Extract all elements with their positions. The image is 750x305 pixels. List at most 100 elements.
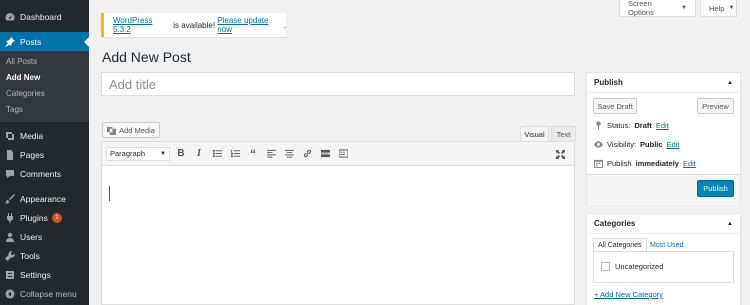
submenu-tags[interactable]: Tags (0, 102, 89, 118)
add-media-button[interactable]: Add Media (102, 122, 160, 138)
preview-button[interactable]: Preview (697, 98, 734, 114)
link-icon[interactable] (298, 146, 316, 162)
visibility-label: Visibility: (607, 140, 637, 149)
sidebar-item-users[interactable]: Users (0, 227, 89, 246)
caret-down-icon: ▼ (728, 5, 735, 11)
italic-icon[interactable]: I (190, 146, 208, 162)
tab-most-used[interactable]: Most Used (646, 238, 687, 252)
publish-button[interactable]: Publish (697, 180, 734, 197)
categories-box: Categories ▲ All Categories Most Used Un… (586, 213, 741, 305)
bullet-list-icon[interactable] (208, 146, 226, 162)
screen-options-label: Screen Options (628, 0, 654, 17)
tab-text[interactable]: Text (551, 126, 576, 141)
align-center-icon[interactable] (280, 146, 298, 162)
sidebar-item-media[interactable]: Media (0, 126, 89, 145)
update-now-link[interactable]: Please update now (217, 16, 283, 34)
help-button[interactable]: Help ▼ (700, 0, 737, 17)
category-label: Uncategorized (615, 262, 664, 271)
categories-box-title: Categories (594, 219, 636, 228)
list-item: Uncategorized (601, 262, 663, 271)
media-icon (107, 126, 117, 135)
update-notice: WordPress 5.3.2 is available! Please upd… (101, 13, 286, 37)
submenu-categories[interactable]: Categories (0, 86, 89, 102)
brush-icon (0, 189, 20, 208)
blockquote-icon[interactable]: “ (244, 146, 262, 162)
editor-toolbar: Paragraph ▼ B I “ (101, 141, 575, 165)
collapse-arrow-icon[interactable]: ▲ (727, 80, 733, 86)
sidebar-item-label: Pages (20, 149, 45, 160)
visibility-value: Public (640, 140, 663, 149)
screen-options-button[interactable]: Screen Options ▼ (619, 0, 696, 17)
fullscreen-icon[interactable] (551, 146, 569, 162)
category-list: Uncategorized (593, 251, 734, 283)
sidebar-item-comments[interactable]: Comments (0, 164, 89, 183)
publish-timing-label: Publish (607, 159, 632, 168)
dashboard-icon (0, 7, 20, 26)
bold-icon[interactable]: B (172, 146, 190, 162)
submenu-all-posts[interactable]: All Posts (0, 54, 89, 70)
editor-content-area[interactable] (101, 165, 575, 305)
sidebar-item-dashboard[interactable]: Dashboard (0, 7, 89, 26)
tab-visual[interactable]: Visual (520, 126, 549, 141)
format-select-value: Paragraph (110, 149, 146, 158)
publish-box-header[interactable]: Publish ▲ (587, 73, 740, 93)
status-value: Draft (634, 121, 652, 130)
tab-all-categories[interactable]: All Categories (593, 238, 647, 252)
caret-down-icon: ▼ (160, 150, 166, 157)
publish-box-title: Publish (594, 78, 623, 87)
posts-submenu: All Posts Add New Categories Tags (0, 51, 89, 122)
sidebar-item-settings[interactable]: Settings (0, 265, 89, 284)
sidebar-item-pages[interactable]: Pages (0, 145, 89, 164)
sidebar-item-label: Comments (20, 168, 62, 179)
sidebar-item-posts[interactable]: Posts (0, 32, 89, 51)
user-icon (0, 227, 20, 246)
publish-timing-value: immediately (635, 159, 679, 168)
sidebar-item-label: Users (20, 231, 43, 242)
read-more-icon[interactable] (316, 146, 334, 162)
toolbar-toggle-icon[interactable] (334, 146, 352, 162)
plug-icon (0, 208, 20, 227)
collapse-icon (0, 284, 20, 303)
version-link[interactable]: WordPress 5.3.2 (113, 16, 171, 34)
schedule-edit-link[interactable]: Edit (683, 159, 696, 168)
media-icon (0, 126, 20, 145)
categories-box-header[interactable]: Categories ▲ (587, 214, 740, 234)
notice-end: . (283, 20, 286, 30)
sidebar-item-label: Tools (20, 250, 40, 261)
page-icon (0, 145, 20, 164)
format-select[interactable]: Paragraph ▼ (106, 146, 170, 161)
status-label: Status: (607, 121, 631, 130)
settings-icon (0, 265, 20, 284)
sidebar-item-label: Settings (20, 269, 51, 280)
collapse-arrow-icon[interactable]: ▲ (727, 221, 733, 227)
visibility-row: Visibility: Public Edit (594, 140, 680, 149)
comment-icon (0, 164, 20, 183)
numbered-list-icon[interactable] (226, 146, 244, 162)
sidebar-item-label: Appearance (20, 193, 66, 204)
sidebar-item-tools[interactable]: Tools (0, 246, 89, 265)
collapse-menu-button[interactable]: Collapse menu (0, 284, 89, 303)
title-placeholder: Add title (109, 76, 156, 92)
sidebar-item-plugins[interactable]: Plugins 1 (0, 208, 89, 227)
pin-icon (596, 121, 601, 130)
collapse-label: Collapse menu (20, 288, 77, 299)
page-title: Add New Post (102, 49, 191, 65)
calendar-icon (594, 159, 603, 168)
sidebar-item-appearance[interactable]: Appearance (0, 189, 89, 208)
wrench-icon (0, 246, 20, 265)
sidebar-item-label: Dashboard (20, 11, 62, 22)
pin-icon (0, 32, 20, 51)
publish-box: Publish ▲ Save Draft Preview Status: Dra… (586, 72, 741, 205)
category-checkbox[interactable] (601, 262, 610, 271)
eye-icon (594, 141, 603, 148)
submenu-add-new[interactable]: Add New (0, 70, 89, 86)
post-title-input[interactable]: Add title (101, 72, 575, 96)
status-edit-link[interactable]: Edit (656, 121, 669, 130)
visibility-edit-link[interactable]: Edit (667, 140, 680, 149)
save-draft-button[interactable]: Save Draft (593, 98, 637, 114)
sidebar-item-label: Plugins (20, 212, 48, 223)
align-left-icon[interactable] (262, 146, 280, 162)
add-new-category-link[interactable]: + Add New Category (594, 290, 663, 299)
schedule-row: Publish immediately Edit (594, 159, 696, 168)
admin-sidebar: Dashboard Posts All Posts Add New Catego… (0, 0, 89, 305)
